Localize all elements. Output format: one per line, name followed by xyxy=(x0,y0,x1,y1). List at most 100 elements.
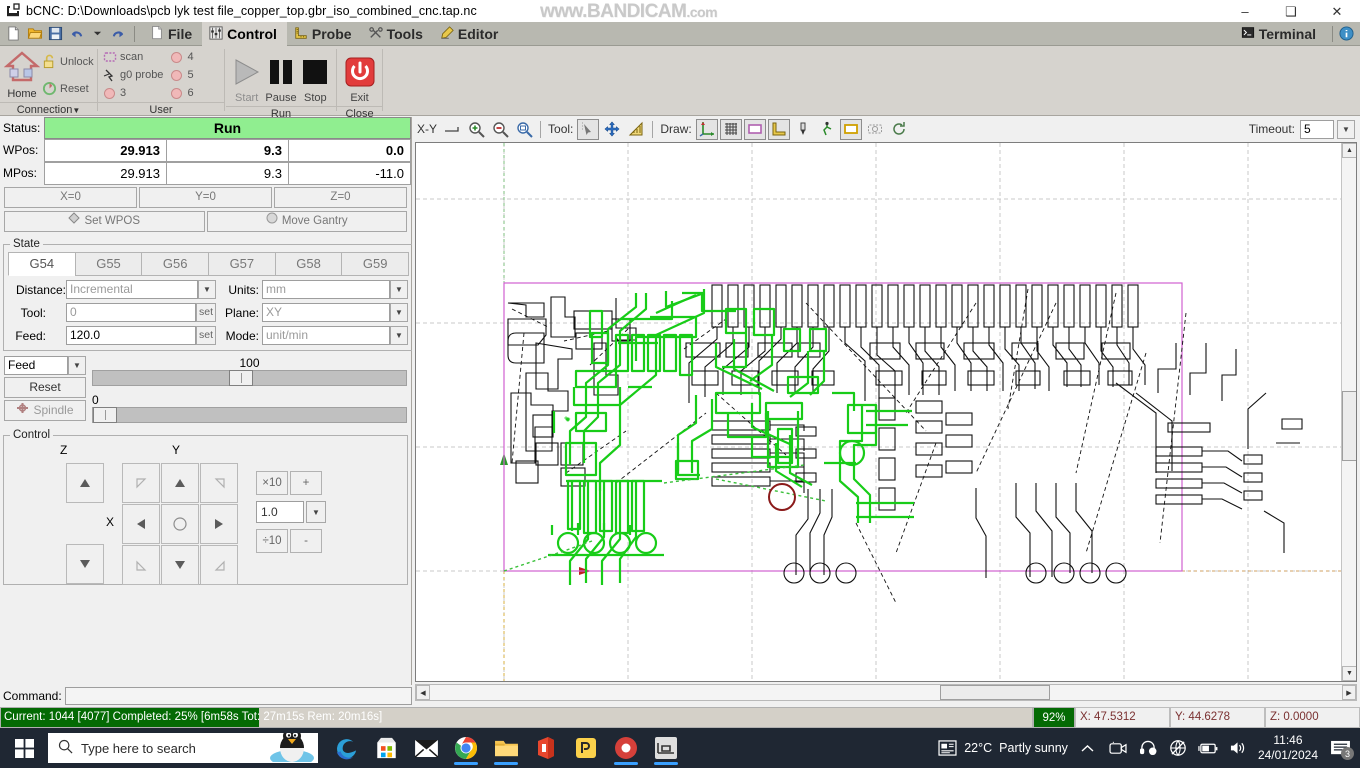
bcnc-taskbar-icon[interactable] xyxy=(650,730,682,766)
unlock-button[interactable]: Unlock xyxy=(42,49,94,75)
command-input[interactable] xyxy=(64,687,412,705)
distance-dropdown-icon[interactable]: ▼ xyxy=(198,280,216,299)
view-dropdown-icon[interactable] xyxy=(441,118,464,140)
spindle-override-slider[interactable] xyxy=(92,407,407,423)
path-icon[interactable] xyxy=(815,118,838,140)
override-type-value[interactable]: Feed xyxy=(4,356,68,375)
start-button[interactable]: Start xyxy=(230,48,263,104)
connection-group-caption[interactable]: Connection▼ xyxy=(0,102,97,116)
gtab-g56[interactable]: G56 xyxy=(141,252,210,276)
ruler-tool-icon[interactable] xyxy=(625,118,648,140)
pdf-icon[interactable] xyxy=(570,730,602,766)
exit-button[interactable]: Exit xyxy=(341,48,378,104)
scroll-up-button[interactable]: ▲ xyxy=(1342,143,1356,158)
scroll-right-button[interactable]: ▶ xyxy=(1342,685,1356,700)
headset-icon[interactable] xyxy=(1138,738,1158,758)
windows-start-icon[interactable] xyxy=(0,728,48,768)
step-value-input[interactable]: 1.0 xyxy=(256,501,304,523)
wpos-x[interactable]: 29.913 xyxy=(44,139,167,162)
endmill-icon[interactable] xyxy=(791,118,814,140)
weather-widget[interactable]: 22°C Partly sunny xyxy=(937,738,1068,758)
tab-control[interactable]: Control xyxy=(202,22,287,46)
wpos-y[interactable]: 9.3 xyxy=(167,139,289,162)
jog-xy-downleft-button[interactable] xyxy=(122,545,160,585)
gtab-g58[interactable]: G58 xyxy=(274,252,343,276)
set-wpos-button[interactable]: Set WPOS xyxy=(4,211,205,232)
close-button[interactable]: ✕ xyxy=(1314,0,1360,22)
units-input[interactable]: mm xyxy=(262,280,390,299)
mode-input[interactable]: unit/min xyxy=(262,326,390,345)
override-reset-button[interactable]: Reset xyxy=(4,377,86,398)
pause-button[interactable]: Pause xyxy=(264,48,297,104)
axes-icon[interactable] xyxy=(695,118,718,140)
jog-z-up-button[interactable] xyxy=(66,463,104,503)
step-minus-button[interactable]: - xyxy=(290,529,322,553)
microsoft-store-icon[interactable] xyxy=(370,730,402,766)
select-icon[interactable] xyxy=(577,118,600,140)
user-button-4[interactable]: 4 xyxy=(169,49,194,66)
volume-icon[interactable] xyxy=(1228,738,1248,758)
battery-icon[interactable] xyxy=(1198,738,1218,758)
tool-input[interactable]: 0 xyxy=(66,303,196,322)
record-icon[interactable] xyxy=(610,730,642,766)
probe-draw-icon[interactable] xyxy=(767,118,790,140)
zero-x-button[interactable]: X=0 xyxy=(4,187,137,208)
zoom-in-icon[interactable] xyxy=(465,118,488,140)
horizontal-scroll-thumb[interactable] xyxy=(940,685,1050,700)
jog-xy-downright-button[interactable] xyxy=(200,545,238,585)
edge-icon[interactable] xyxy=(330,730,362,766)
plane-dropdown-icon[interactable]: ▼ xyxy=(390,303,408,322)
office-icon[interactable] xyxy=(530,730,562,766)
camera-tray-icon[interactable] xyxy=(1108,738,1128,758)
timeout-input[interactable]: 5 xyxy=(1300,119,1334,139)
camera-icon[interactable] xyxy=(863,118,886,140)
jog-home-button[interactable] xyxy=(161,504,199,544)
chevron-down-icon[interactable] xyxy=(88,24,107,43)
tab-tools[interactable]: Tools xyxy=(362,22,433,46)
user-button-scan[interactable]: scan xyxy=(102,49,163,66)
mail-icon[interactable] xyxy=(410,730,442,766)
tab-probe[interactable]: Probe xyxy=(287,22,362,46)
feed-input[interactable]: 120.0 xyxy=(66,326,196,345)
tab-terminal[interactable]: Terminal xyxy=(1234,22,1326,46)
gtab-g59[interactable]: G59 xyxy=(341,252,410,276)
user-button-g0probe[interactable]: g0 probe xyxy=(102,67,163,84)
step-plus-button[interactable]: + xyxy=(290,471,322,495)
jog-xy-upleft-button[interactable] xyxy=(122,463,160,503)
minimize-button[interactable]: – xyxy=(1222,0,1268,22)
timeout-dropdown-icon[interactable]: ▼ xyxy=(1337,119,1355,139)
network-icon[interactable] xyxy=(1168,738,1188,758)
spindle-slider-thumb[interactable] xyxy=(93,407,117,423)
open-folder-icon[interactable] xyxy=(25,24,44,43)
zero-z-button[interactable]: Z=0 xyxy=(274,187,407,208)
jog-y-up-button[interactable] xyxy=(161,463,199,503)
gcode-canvas[interactable]: ▲ ▼ xyxy=(415,142,1357,682)
feed-set-button[interactable]: set xyxy=(196,326,216,345)
jog-z-down-button[interactable] xyxy=(66,544,104,584)
feed-override-slider[interactable] xyxy=(92,370,407,386)
workarea-icon[interactable] xyxy=(839,118,862,140)
wpos-z[interactable]: 0.0 xyxy=(289,139,411,162)
gtab-g54[interactable]: G54 xyxy=(8,252,76,276)
plane-input[interactable]: XY xyxy=(262,303,390,322)
grid-icon[interactable] xyxy=(719,118,742,140)
maximize-button[interactable]: ❑ xyxy=(1268,0,1314,22)
override-type-combo[interactable]: Feed ▼ xyxy=(4,356,86,375)
new-file-icon[interactable] xyxy=(4,24,23,43)
rapid-icon[interactable] xyxy=(887,118,910,140)
user-button-5[interactable]: 5 xyxy=(169,67,194,84)
redo-icon[interactable] xyxy=(109,24,128,43)
jog-x-left-button[interactable] xyxy=(122,504,160,544)
canvas-horizontal-scrollbar[interactable]: ◀ ▶ xyxy=(415,684,1357,701)
jog-y-down-button[interactable] xyxy=(161,545,199,585)
tool-set-button[interactable]: set xyxy=(196,303,216,322)
file-explorer-icon[interactable] xyxy=(490,730,522,766)
chevron-up-icon[interactable] xyxy=(1078,738,1098,758)
zero-y-button[interactable]: Y=0 xyxy=(139,187,272,208)
canvas-vertical-scrollbar[interactable]: ▲ ▼ xyxy=(1341,143,1356,681)
step-value-dropdown-icon[interactable]: ▼ xyxy=(306,501,326,523)
spindle-button[interactable]: Spindle xyxy=(4,400,86,421)
home-button[interactable]: Home xyxy=(3,50,41,100)
zoom-fit-icon[interactable] xyxy=(513,118,536,140)
mode-dropdown-icon[interactable]: ▼ xyxy=(390,326,408,345)
